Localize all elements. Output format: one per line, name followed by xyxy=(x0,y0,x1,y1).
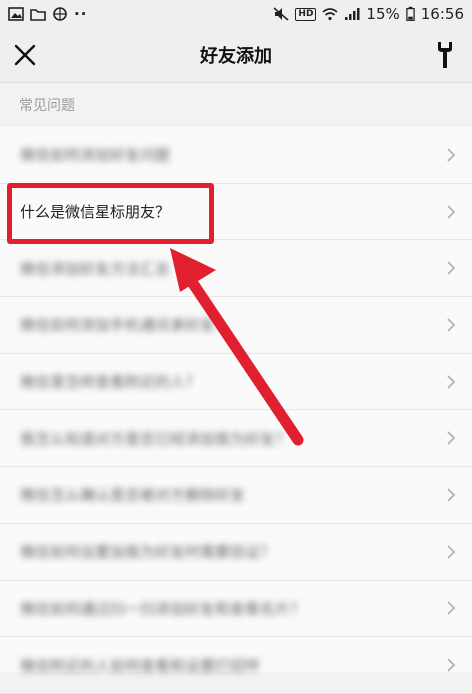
faq-item-label: 微信里怎样查看附近的人？ xyxy=(20,373,201,392)
faq-item[interactable]: 微信附近的人如何查看和设置打招呼 xyxy=(0,637,472,694)
faq-item[interactable]: 微信里怎样查看附近的人？ xyxy=(0,354,472,411)
faq-item[interactable]: 微信如何设置加我为好友时需要验证？ xyxy=(0,524,472,581)
folder-icon xyxy=(30,9,46,21)
page-title: 好友添加 xyxy=(200,46,272,67)
wifi-icon xyxy=(322,8,338,21)
ball-icon xyxy=(53,7,67,21)
faq-item[interactable]: 微信如何添加好友问题 xyxy=(0,127,472,184)
nav-bar: 好友添加 xyxy=(0,28,472,83)
signal-icon xyxy=(345,8,360,20)
status-bar-right: HD 15% 16:56 xyxy=(273,5,464,23)
status-bar: ·· HD 15% 16:56 xyxy=(0,0,472,28)
chevron-right-icon xyxy=(447,261,456,275)
faq-item-label: 什么是微信星标朋友？ xyxy=(20,203,171,222)
faq-item-label: 微信附近的人如何查看和设置打招呼 xyxy=(20,656,261,675)
close-icon[interactable] xyxy=(12,42,38,68)
faq-item-label: 微信如何通过扫一扫添加好友和查看名片？ xyxy=(20,599,306,618)
faq-item-label: 微信怎么确认是否被对方删除好友 xyxy=(20,486,246,505)
status-bar-left: ·· xyxy=(8,5,87,23)
section-header: 常见问题 xyxy=(0,83,472,127)
battery-icon xyxy=(406,6,415,21)
faq-item-label: 微信如何添加手机通讯录好友 xyxy=(20,316,216,335)
chevron-right-icon xyxy=(447,601,456,615)
faq-item[interactable]: 什么是微信星标朋友？ xyxy=(0,184,472,241)
chevron-right-icon xyxy=(447,658,456,672)
faq-item[interactable]: 微信如何添加手机通讯录好友 xyxy=(0,297,472,354)
clock: 16:56 xyxy=(420,5,464,23)
battery-percent: 15% xyxy=(366,5,400,23)
chevron-right-icon xyxy=(447,204,456,219)
faq-item-label: 微信添加好友方法汇总 xyxy=(20,259,171,278)
faq-item[interactable]: 我怎么知道对方是否已经添加我为好友？ xyxy=(0,410,472,468)
mute-icon xyxy=(273,7,289,21)
wrench-icon[interactable] xyxy=(434,40,456,70)
gallery-icon xyxy=(8,7,24,21)
faq-item[interactable]: 微信怎么确认是否被对方删除好友 xyxy=(0,467,472,524)
chevron-right-icon xyxy=(447,545,456,559)
chevron-right-icon xyxy=(447,148,456,162)
faq-item-label: 微信如何设置加我为好友时需要验证？ xyxy=(20,543,276,562)
faq-list: 微信如何添加好友问题 什么是微信星标朋友？ 微信添加好友方法汇总微信如何添加手机通讯… xyxy=(0,127,472,694)
chevron-right-icon xyxy=(447,318,456,332)
chevron-right-icon xyxy=(447,374,456,389)
hd-badge: HD xyxy=(295,7,317,21)
faq-item-label: 我怎么知道对方是否已经添加我为好友？ xyxy=(20,429,291,448)
faq-item-label: 微信如何添加好友问题 xyxy=(20,146,171,165)
faq-item[interactable]: 微信如何通过扫一扫添加好友和查看名片？ xyxy=(0,581,472,638)
more-notifications-icon: ·· xyxy=(74,5,88,23)
chevron-right-icon xyxy=(447,488,456,502)
chevron-right-icon xyxy=(447,431,456,445)
faq-item[interactable]: 微信添加好友方法汇总 xyxy=(0,240,472,298)
